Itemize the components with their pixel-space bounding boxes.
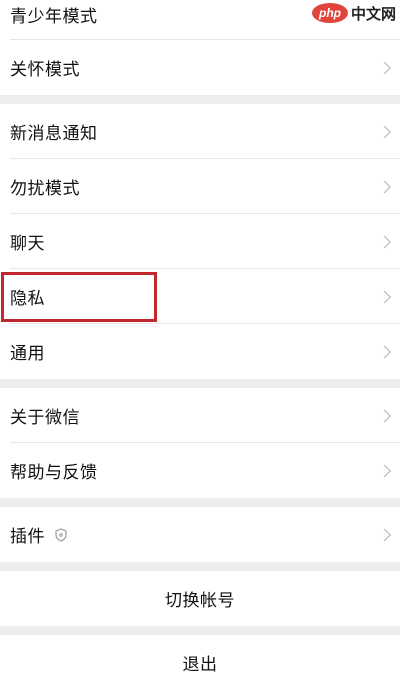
chevron-right-icon — [378, 528, 391, 541]
new-message-notification-label: 新消息通知 — [10, 124, 98, 144]
chevron-right-icon — [378, 345, 391, 358]
settings-group-plugins: 插件 — [0, 507, 400, 562]
chevron-right-icon — [378, 125, 391, 138]
plugins-row[interactable]: 插件 — [0, 507, 400, 562]
section-gap — [0, 379, 400, 388]
svg-text:php: php — [318, 6, 341, 20]
care-mode-label: 关怀模式 — [10, 60, 80, 80]
chat-label: 聊天 — [10, 234, 45, 254]
about-wechat-label: 关于微信 — [10, 408, 80, 428]
chevron-right-icon — [378, 235, 391, 248]
section-gap — [0, 95, 400, 104]
switch-account-label: 切换帐号 — [165, 591, 235, 611]
chevron-right-icon — [378, 61, 391, 74]
watermark: php 中文网 — [311, 0, 396, 26]
chevron-right-icon — [378, 409, 391, 422]
general-label: 通用 — [10, 344, 45, 364]
new-message-notification-row[interactable]: 新消息通知 — [0, 104, 400, 159]
about-wechat-row[interactable]: 关于微信 — [0, 388, 400, 443]
shield-outline-icon — [55, 527, 67, 542]
php-logo-icon: php — [311, 3, 348, 23]
section-gap — [0, 562, 400, 571]
help-feedback-label: 帮助与反馈 — [10, 463, 98, 483]
section-gap — [0, 626, 400, 635]
settings-group-about: 关于微信 帮助与反馈 — [0, 388, 400, 498]
do-not-disturb-row[interactable]: 勿扰模式 — [0, 159, 400, 214]
general-row[interactable]: 通用 — [0, 324, 400, 379]
watermark-text: 中文网 — [350, 4, 396, 23]
chat-row[interactable]: 聊天 — [0, 214, 400, 269]
section-gap — [0, 498, 400, 507]
do-not-disturb-label: 勿扰模式 — [10, 179, 80, 199]
help-feedback-row[interactable]: 帮助与反馈 — [0, 443, 400, 498]
settings-group-main: 新消息通知 勿扰模式 聊天 隐私 通用 — [0, 104, 400, 379]
teen-mode-label: 青少年模式 — [10, 7, 98, 27]
chevron-right-icon — [378, 290, 391, 303]
switch-account-button[interactable]: 切换帐号 — [0, 571, 400, 626]
settings-page: 青少年模式 关怀模式 新消息通知 勿扰模式 聊天 隐私 通用 关于微信 帮助与反… — [0, 0, 400, 684]
chevron-right-icon — [378, 180, 391, 193]
privacy-label: 隐私 — [10, 289, 45, 309]
chevron-right-icon — [378, 464, 391, 477]
logout-button[interactable]: 退出 — [0, 635, 400, 684]
care-mode-row[interactable]: 关怀模式 — [0, 40, 400, 95]
logout-label: 退出 — [182, 655, 218, 675]
privacy-row[interactable]: 隐私 — [0, 269, 400, 324]
plugins-label: 插件 — [10, 527, 45, 547]
